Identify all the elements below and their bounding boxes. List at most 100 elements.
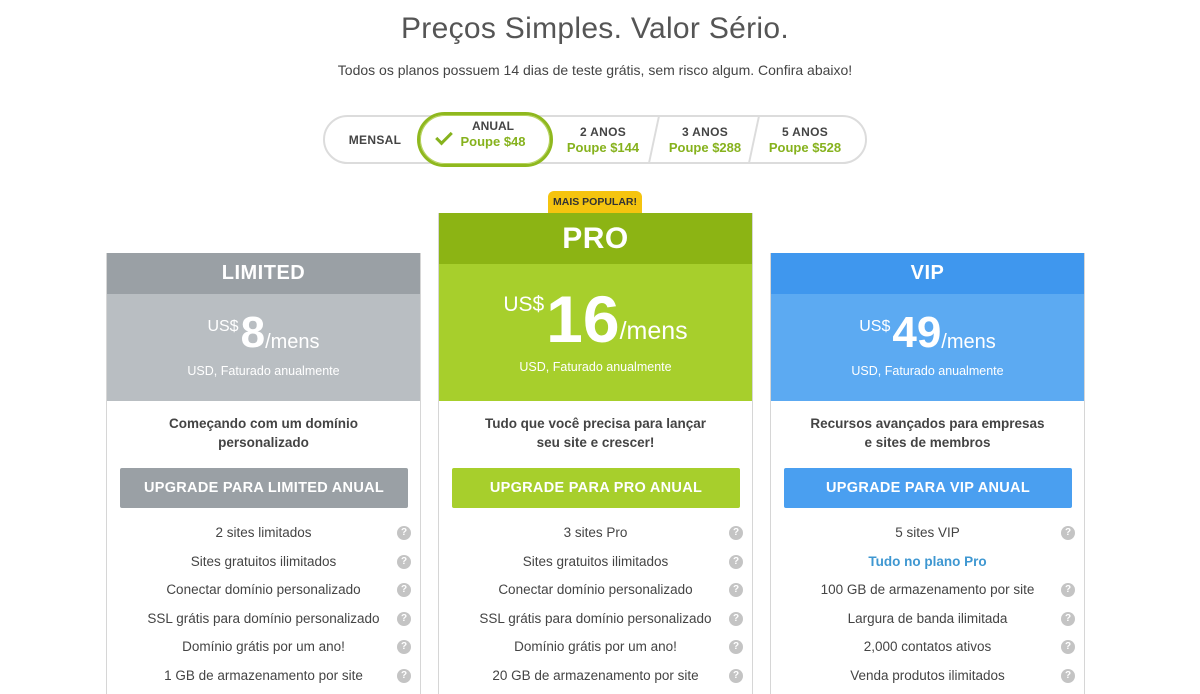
price-period: /mens (265, 331, 320, 353)
feature-label: SSL grátis para domínio personalizado (479, 610, 712, 626)
plan-description: Recursos avançados para empresas e sites… (810, 416, 1045, 450)
help-icon[interactable]: ? (729, 611, 743, 626)
billing-note: USD, Faturado anualmente (851, 364, 1004, 378)
help-icon[interactable]: ? (397, 526, 411, 540)
feature-label: Conectar domínio personalizado (498, 582, 693, 597)
help-icon[interactable]: ? (397, 611, 411, 626)
feature-label: Sites gratuitos ilimitados (522, 553, 669, 569)
plan-name: LIMITED (107, 253, 420, 294)
feature-label: Domínio grátis por um ano! (182, 639, 345, 654)
price-period: /mens (941, 331, 996, 353)
feature-label: 100 GB de armazenamento por site (820, 582, 1035, 597)
toggle-option-savings: Poupe $48 (460, 134, 526, 149)
billing-period-toggle: MENSAL ANUAL Poupe $48 2 ANOS Poupe $144… (323, 112, 867, 167)
plan-card-limited: LIMITED US$ 8 /mens USD, Faturado anualm… (106, 253, 421, 694)
feature-label: Domínio grátis por um ano! (514, 639, 677, 654)
plan-card-vip: VIP US$ 49 /mens USD, Faturado anualment… (770, 253, 1085, 694)
price-currency: US$ (503, 293, 545, 316)
feature-label: Venda produtos ilimitados (850, 667, 1005, 683)
most-popular-badge: MAIS POPULAR! (548, 191, 642, 213)
page-subtitle: Todos os planos possuem 14 dias de teste… (337, 62, 853, 78)
help-icon[interactable]: ? (1061, 640, 1075, 654)
price-currency: US$ (859, 318, 891, 335)
help-icon[interactable]: ? (1061, 611, 1075, 626)
help-icon[interactable]: ? (397, 583, 411, 597)
page-title: Preços Simples. Valor Sério. (401, 12, 789, 45)
list-item: 3 sites Pro? (439, 519, 752, 548)
list-item: Domínio grátis por um ano!? (107, 633, 420, 662)
list-item: Conectar domínio personalizado? (107, 576, 420, 605)
toggle-option-label: MENSAL (348, 132, 402, 147)
plan-description: Começando com um domínio personalizado (168, 416, 358, 450)
price-amount: 8 (240, 308, 266, 357)
help-icon[interactable]: ? (397, 554, 411, 569)
feature-link-pro-plan[interactable]: Tudo no plano Pro (868, 554, 986, 569)
list-item: 1 GB de armazenamento por site? (107, 662, 420, 691)
feature-label: SSL grátis para domínio personalizado (147, 610, 380, 626)
list-item: Domínio grátis por um ano!? (439, 633, 752, 662)
price-amount: 16 (546, 282, 620, 356)
billing-note: USD, Faturado anualmente (519, 360, 672, 374)
help-icon[interactable]: ? (729, 526, 743, 540)
toggle-option-anual[interactable]: ANUAL Poupe $48 (417, 112, 553, 167)
plan-card-pro: PRO US$ 16 /mens USD, Faturado anualment… (438, 213, 753, 694)
help-icon[interactable]: ? (729, 583, 743, 597)
help-icon[interactable]: ? (1061, 668, 1075, 683)
list-item: 100 GB de armazenamento por site? (771, 576, 1084, 605)
list-item: 20 GB de armazenamento por site? (439, 662, 752, 691)
billing-note: USD, Faturado anualmente (187, 364, 340, 378)
help-icon[interactable]: ? (729, 554, 743, 569)
plan-name: VIP (771, 253, 1084, 294)
list-item: 2,000 contatos ativos? (771, 633, 1084, 662)
toggle-option-label: 2 ANOS (579, 124, 627, 139)
list-item: Venda produtos ilimitados? (771, 662, 1084, 691)
feature-label: 20 GB de armazenamento por site (492, 667, 699, 683)
toggle-option-savings: Poupe $288 (668, 139, 742, 155)
toggle-option-label: 3 ANOS (681, 124, 729, 139)
help-icon[interactable]: ? (397, 668, 411, 683)
help-icon[interactable]: ? (729, 668, 743, 683)
price-currency: US$ (207, 318, 239, 335)
plan-description: Tudo que você precisa para lançar seu si… (484, 416, 707, 450)
list-item[interactable]: Tudo no plano Pro (771, 548, 1084, 577)
help-icon[interactable]: ? (1061, 583, 1075, 597)
list-item: Largura de banda ilimitada? (771, 605, 1084, 634)
upgrade-pro-button[interactable]: UPGRADE PARA PRO ANUAL (452, 468, 740, 508)
feature-label: Largura de banda ilimitada (847, 610, 1008, 626)
feature-label: 2,000 contatos ativos (863, 639, 992, 654)
upgrade-limited-button[interactable]: UPGRADE PARA LIMITED ANUAL (120, 468, 408, 508)
list-item: Sites gratuitos ilimitados? (107, 548, 420, 577)
toggle-option-2-anos[interactable]: 2 ANOS Poupe $144 (553, 117, 653, 162)
toggle-option-label: ANUAL (472, 119, 514, 133)
list-item: Sites gratuitos ilimitados? (439, 548, 752, 577)
help-icon[interactable]: ? (1061, 526, 1075, 540)
toggle-option-label: 5 ANOS (781, 124, 829, 139)
feature-list: 3 sites Pro? Sites gratuitos ilimitados?… (439, 519, 752, 690)
upgrade-vip-button[interactable]: UPGRADE PARA VIP ANUAL (784, 468, 1072, 508)
toggle-option-5-anos[interactable]: 5 ANOS Poupe $528 (755, 117, 855, 162)
list-item: 5 sites VIP? (771, 519, 1084, 548)
feature-list: 5 sites VIP? Tudo no plano Pro 100 GB de… (771, 519, 1084, 690)
plan-price-area: US$ 8 /mens USD, Faturado anualmente (107, 294, 420, 401)
price-period: /mens (619, 317, 688, 345)
plan-price-area: US$ 16 /mens USD, Faturado anualmente (439, 264, 752, 401)
toggle-option-savings: Poupe $528 (768, 139, 842, 155)
toggle-option-3-anos[interactable]: 3 ANOS Poupe $288 (655, 117, 755, 162)
feature-label: Conectar domínio personalizado (166, 582, 361, 597)
list-item: Conectar domínio personalizado? (439, 576, 752, 605)
toggle-option-savings: Poupe $144 (566, 139, 640, 155)
feature-label: 2 sites limitados (215, 525, 312, 540)
feature-list: 2 sites limitados? Sites gratuitos ilimi… (107, 519, 420, 690)
check-icon (435, 127, 453, 146)
toggle-option-mensal[interactable]: MENSAL (325, 117, 425, 162)
list-item: SSL grátis para domínio personalizado? (439, 605, 752, 634)
plan-name: PRO (439, 213, 752, 264)
plan-price-area: US$ 49 /mens USD, Faturado anualmente (771, 294, 1084, 401)
list-item: SSL grátis para domínio personalizado? (107, 605, 420, 634)
help-icon[interactable]: ? (397, 640, 411, 654)
feature-label: 5 sites VIP (895, 525, 960, 540)
price-amount: 49 (892, 308, 942, 357)
help-icon[interactable]: ? (729, 640, 743, 654)
feature-label: 1 GB de armazenamento por site (164, 667, 363, 683)
feature-label: 3 sites Pro (563, 525, 628, 540)
